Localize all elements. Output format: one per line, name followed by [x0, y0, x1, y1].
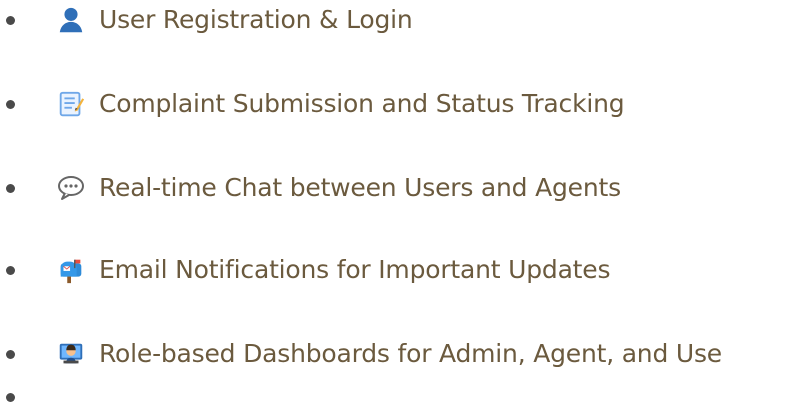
- feature-label: Email Notifications for Important Update…: [99, 255, 611, 284]
- feature-item-email-notifications: Email Notifications for Important Update…: [0, 250, 792, 290]
- bullet-marker: [6, 349, 15, 359]
- bullet-marker: [6, 265, 15, 275]
- feature-item-user-registration: User Registration & Login: [0, 0, 792, 40]
- memo-icon: [55, 88, 87, 120]
- feature-item-real-time-chat: Real-time Chat between Users and Agents: [0, 168, 792, 208]
- feature-label: Role-based Dashboards for Admin, Agent, …: [99, 339, 722, 368]
- technologist-icon: [55, 338, 87, 370]
- bullet-marker: [6, 15, 15, 25]
- feature-label: Complaint Submission and Status Tracking: [99, 89, 625, 118]
- bullet-marker: [6, 392, 15, 402]
- feature-list: User Registration & Login Complaint Subm…: [0, 0, 792, 408]
- feature-item-empty: [0, 377, 792, 408]
- feature-item-complaint-submission: Complaint Submission and Status Tracking: [0, 84, 792, 124]
- feature-label: Real-time Chat between Users and Agents: [99, 173, 621, 202]
- feature-label: User Registration & Login: [99, 5, 413, 34]
- bullet-marker: [6, 183, 15, 193]
- feature-item-role-based-dashboards: Role-based Dashboards for Admin, Agent, …: [0, 334, 792, 374]
- mailbox-icon: [55, 254, 87, 286]
- speech-balloon-icon: [55, 172, 87, 204]
- user-icon: [55, 4, 87, 36]
- bullet-marker: [6, 99, 15, 109]
